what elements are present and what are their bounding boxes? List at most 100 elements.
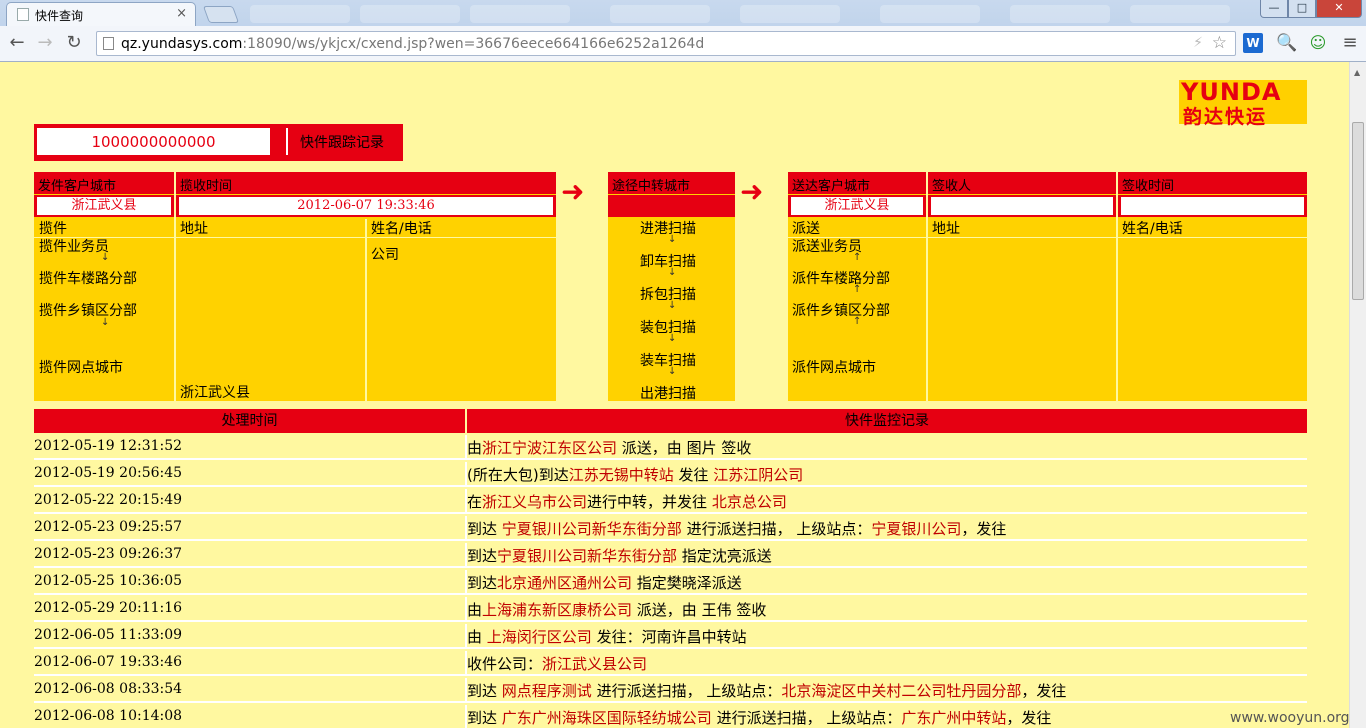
record-link[interactable]: 江苏无锡中转站 [569, 466, 674, 484]
scroll-thumb[interactable] [1352, 122, 1364, 300]
record-text: 派送，由 图片 签收 [617, 439, 752, 457]
table-row: 2012-05-19 12:31:52 由浙江宁波江东区公司 派送，由 图片 签收 [34, 435, 1307, 460]
process-time-cell: 2012-05-19 12:31:52 [34, 438, 183, 454]
process-time-cell: 2012-05-23 09:26:37 [34, 546, 183, 562]
record-link[interactable]: 江苏江阴公司 [713, 466, 803, 484]
green-extension-icon[interactable]: ☺ [1308, 33, 1328, 53]
record-text: (所在大包)到达 [467, 466, 569, 484]
forward-icon[interactable]: → [34, 32, 56, 54]
bolt-icon[interactable]: ⚡ [1193, 35, 1203, 51]
record-link[interactable]: 浙江宁波江东区公司 [482, 439, 617, 457]
record-text: 由 [467, 439, 483, 457]
table-row: 2012-05-22 20:15:49 在浙江义乌市公司进行中转，并发往 北京总公… [34, 489, 1307, 514]
pickup-step: 揽件乡镇区分部 [39, 303, 137, 319]
record-link[interactable]: 北京通州区通州公司 [497, 574, 632, 592]
background-tab[interactable] [470, 5, 570, 23]
record-text: 到达 [467, 547, 498, 565]
extension-w-icon[interactable]: W [1243, 33, 1263, 53]
tab-active[interactable]: 快件查询 × [6, 2, 196, 26]
background-tab[interactable] [1130, 5, 1230, 23]
process-time-header: 处理时间 [34, 409, 465, 433]
record-text: 派送，由 王伟 签收 [632, 601, 767, 619]
back-icon[interactable]: ← [6, 32, 28, 54]
menu-wrench-icon[interactable]: ≡ [1340, 33, 1360, 53]
pickup-step: 揽件车楼路分部 [39, 271, 137, 287]
transit-city-value [608, 195, 735, 217]
record-text: 到达 [467, 574, 498, 592]
background-tab[interactable] [1010, 5, 1110, 23]
tracking-record-title: 快件跟踪记录 [300, 135, 384, 151]
tab-title: 快件查询 [35, 9, 84, 23]
search-extension-icon[interactable]: 🔍 [1276, 33, 1297, 53]
record-text: 到达 [467, 682, 502, 700]
process-time-cell: 2012-06-05 11:33:09 [34, 627, 183, 643]
delivery-label: 派送 [792, 221, 820, 237]
vertical-scrollbar[interactable]: ▲ [1349, 62, 1366, 728]
record-link[interactable]: 浙江武义县公司 [542, 655, 647, 673]
signer-header: 签收人 [928, 172, 1116, 194]
new-tab-button[interactable] [202, 6, 240, 23]
record-link[interactable]: 浙江义乌市公司 [482, 493, 587, 511]
reload-icon[interactable]: ↻ [63, 32, 85, 54]
record-link[interactable]: 广东广州海珠区国际轻纺城公司 [502, 709, 712, 727]
window-controls: — □ ✕ [1260, 0, 1362, 18]
background-tab[interactable] [610, 5, 710, 23]
record-text: 进行派送扫描， 上级站点： [681, 520, 872, 538]
url-path: :18090/ws/ykjcx/cxend.jsp?wen=36676eece6… [242, 36, 705, 52]
url-host: qz.yundasys.com [121, 36, 243, 52]
maximize-button[interactable]: □ [1288, 0, 1316, 18]
record-text: 进行派送扫描， 上级站点： [711, 709, 902, 727]
record-cell: 到达宁夏银川公司新华东街分部 指定沈亮派送 [467, 545, 772, 566]
record-text: 由 [467, 628, 487, 646]
scroll-up-icon[interactable]: ▲ [1354, 68, 1360, 77]
background-tab[interactable] [250, 5, 350, 23]
process-time-cell: 2012-05-29 20:11:16 [34, 600, 183, 616]
name-phone-label: 姓名/电话 [1122, 221, 1183, 237]
background-tab[interactable] [360, 5, 460, 23]
down-arrow-icon: ↓ [668, 366, 677, 377]
pickup-step: 揽件业务员 [39, 239, 109, 255]
record-link[interactable]: 北京海淀区中关村二公司牡丹园分部 [781, 682, 1021, 700]
deliver-city-value: 浙江武义县 [788, 195, 926, 217]
table-row: 2012-06-07 19:33:46 收件公司：浙江武义县公司 [34, 651, 1307, 676]
name-phone-label: 姓名/电话 [371, 221, 432, 237]
process-time-cell: 2012-06-07 19:33:46 [34, 654, 183, 670]
background-tab[interactable] [880, 5, 980, 23]
background-tab[interactable] [740, 5, 840, 23]
record-link[interactable]: 网点程序测试 [502, 682, 592, 700]
record-link[interactable]: 宁夏银川公司 [871, 520, 961, 538]
record-link[interactable]: 宁夏银川公司新华东街分部 [502, 520, 682, 538]
process-time-cell: 2012-05-23 09:25:57 [34, 519, 183, 535]
record-link[interactable]: 北京总公司 [712, 493, 787, 511]
tracking-number-input[interactable] [37, 128, 270, 155]
yunda-logo: YUNDA 韵达快运 [1179, 78, 1307, 128]
tab-close-icon[interactable]: × [176, 6, 187, 21]
signer-value [928, 195, 1116, 217]
send-city-value: 浙江武义县 [34, 195, 174, 217]
address-bar[interactable]: qz.yundasys.com:18090/ws/ykjcx/cxend.jsp… [96, 31, 1236, 56]
table-row: 2012-05-29 20:11:16 由上海浦东新区康桥公司 派送，由 王伟 签… [34, 597, 1307, 622]
table-row: 2012-05-19 20:56:45 (所在大包)到达江苏无锡中转站 发往 江苏… [34, 462, 1307, 487]
divider [1116, 172, 1118, 401]
tracking-search-bar: 快件跟踪记录 [34, 124, 403, 161]
deliver-city-header: 送达客户城市 [788, 172, 926, 194]
record-link[interactable]: 上海闵行区公司 [487, 628, 592, 646]
record-text: 在 [467, 493, 483, 511]
record-link[interactable]: 上海浦东新区康桥公司 [482, 601, 632, 619]
page-icon [17, 8, 29, 21]
record-text: ，发往 [1021, 682, 1067, 700]
record-link[interactable]: 广东广州中转站 [901, 709, 1006, 727]
delivery-step: 派送业务员 [792, 239, 862, 255]
page-content: YUNDA 韵达快运 快件跟踪记录 发件客户城市 揽收时间 浙江武义县 2012… [0, 62, 1349, 728]
process-time-cell: 2012-05-22 20:15:49 [34, 492, 183, 508]
toolbar: ← → ↻ qz.yundasys.com:18090/ws/ykjcx/cxe… [0, 26, 1366, 62]
close-window-button[interactable]: ✕ [1316, 0, 1362, 18]
minimize-button[interactable]: — [1260, 0, 1288, 18]
process-time-cell: 2012-06-08 08:33:54 [34, 681, 183, 697]
down-arrow-icon: ↓ [668, 333, 677, 344]
url-text: qz.yundasys.com:18090/ws/ykjcx/cxend.jsp… [121, 36, 704, 52]
down-arrow-icon: ↓ [101, 317, 110, 328]
record-link[interactable]: 宁夏银川公司新华东街分部 [497, 547, 677, 565]
record-text: 指定樊晓泽派送 [632, 574, 742, 592]
bookmark-star-icon[interactable]: ☆ [1212, 33, 1227, 53]
